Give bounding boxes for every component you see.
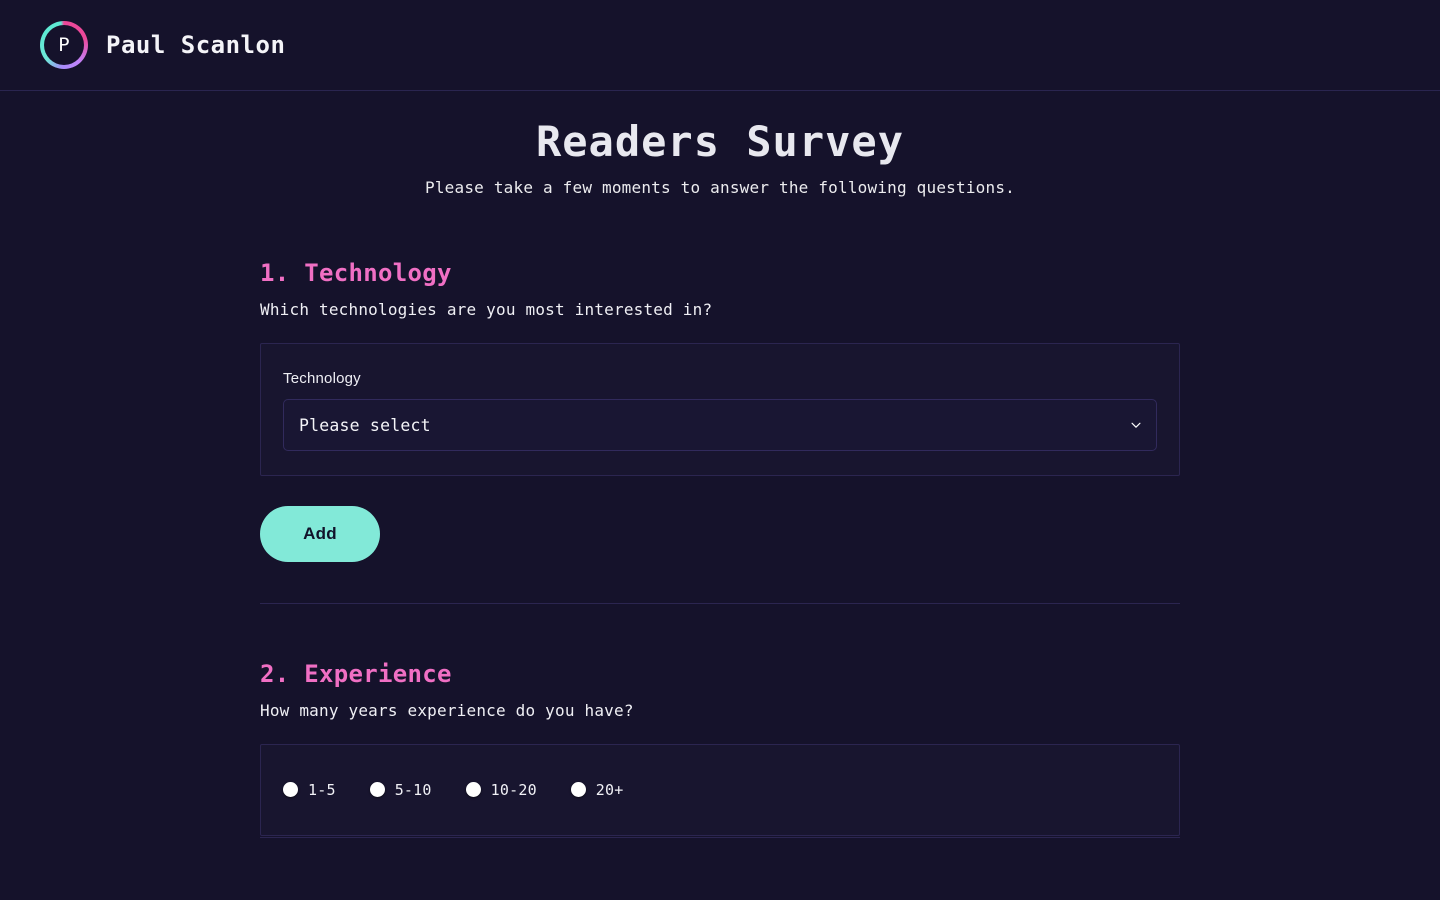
page-intro: Readers Survey Please take a few moments… bbox=[0, 91, 1440, 197]
radio-option-5-10[interactable]: 5-10 bbox=[369, 780, 432, 799]
technology-select-wrapper: Please select bbox=[283, 399, 1157, 452]
radio-label: 5-10 bbox=[394, 780, 432, 799]
question-2-experience: 2. Experience How many years experience … bbox=[260, 660, 1180, 836]
add-button[interactable]: Add bbox=[260, 506, 380, 563]
radio-label: 10-20 bbox=[490, 780, 537, 799]
radio-label: 20+ bbox=[595, 780, 624, 799]
question-1-number: 1. bbox=[260, 259, 290, 288]
survey-form: 1. Technology Which technologies are you… bbox=[260, 197, 1180, 838]
question-1-heading: 1. Technology bbox=[260, 259, 1180, 288]
question-1-prompt: Which technologies are you most interest… bbox=[260, 300, 713, 320]
radio-dot-icon[interactable] bbox=[369, 782, 385, 798]
site-header: P Paul Scanlon bbox=[0, 0, 1440, 91]
bottom-divider bbox=[260, 836, 1180, 838]
question-2-prompt: How many years experience do you have? bbox=[260, 700, 634, 720]
question-2-heading: 2. Experience bbox=[260, 660, 1180, 689]
question-1-technology: 1. Technology Which technologies are you… bbox=[260, 259, 1180, 563]
add-button-row: Add bbox=[260, 506, 1180, 563]
technology-fieldset: Technology Please select bbox=[260, 343, 1180, 477]
brand-name: Paul Scanlon bbox=[106, 31, 286, 59]
brand-link[interactable]: P Paul Scanlon bbox=[40, 21, 285, 69]
logo-ring-icon: P bbox=[40, 21, 88, 69]
radio-dot-icon[interactable] bbox=[465, 782, 481, 798]
question-2-label: Experience bbox=[304, 660, 452, 689]
technology-field-label: Technology bbox=[283, 370, 361, 388]
radio-option-20-plus[interactable]: 20+ bbox=[570, 780, 624, 799]
experience-radio-group: 1-5 5-10 10-20 20+ bbox=[283, 781, 1157, 799]
question-2-number: 2. bbox=[260, 660, 290, 689]
page-title: Readers Survey bbox=[535, 117, 904, 166]
technology-select[interactable]: Please select bbox=[283, 399, 1157, 452]
radio-label: 1-5 bbox=[308, 780, 336, 799]
radio-dot-icon[interactable] bbox=[283, 782, 298, 798]
logo-letter: P bbox=[58, 33, 70, 56]
radio-option-1-5[interactable]: 1-5 bbox=[283, 781, 336, 799]
experience-fieldset: 1-5 5-10 10-20 20+ bbox=[260, 743, 1180, 836]
radio-dot-icon[interactable] bbox=[570, 782, 586, 798]
question-1-label: Technology bbox=[304, 259, 452, 288]
radio-option-10-20[interactable]: 10-20 bbox=[465, 780, 537, 799]
page-subtitle: Please take a few moments to answer the … bbox=[425, 178, 1015, 198]
